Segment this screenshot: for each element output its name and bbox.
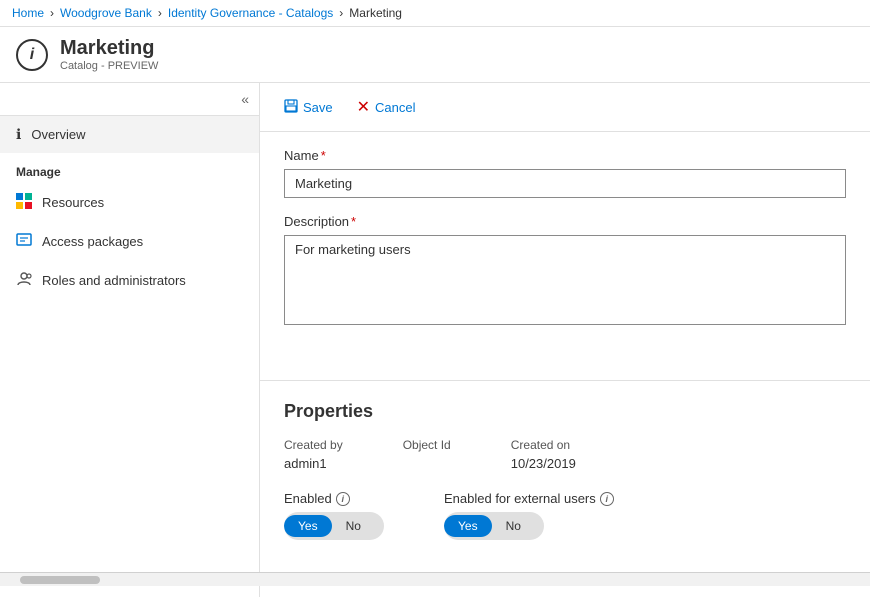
cancel-icon: ✕ <box>357 97 370 117</box>
sidebar-resources-label: Resources <box>42 195 104 210</box>
sidebar: « ℹ Overview Manage Resources <box>0 83 260 597</box>
main-layout: « ℹ Overview Manage Resources <box>0 83 870 597</box>
description-required: * <box>351 214 356 229</box>
description-input[interactable]: For marketing users <box>284 235 846 325</box>
save-button[interactable]: Save <box>280 95 337 120</box>
external-yes: Yes <box>444 515 492 537</box>
breadcrumb-current: Marketing <box>349 6 402 20</box>
sidebar-collapse-row: « <box>0 83 259 116</box>
enabled-yes: Yes <box>284 515 332 537</box>
sidebar-item-overview[interactable]: ℹ Overview <box>0 116 259 153</box>
properties-title: Properties <box>284 401 846 422</box>
page-title: Marketing <box>60 37 158 60</box>
external-label-row: Enabled for external users i <box>444 491 614 506</box>
cancel-button[interactable]: ✕ Cancel <box>353 93 420 121</box>
sidebar-manage-label: Manage <box>0 153 259 183</box>
name-group: Name* <box>284 148 846 198</box>
toggle-row: Enabled i Yes No Enabled for external us… <box>284 491 846 540</box>
created-by-col: Created by admin1 <box>284 438 343 471</box>
external-label: Enabled for external users <box>444 491 596 506</box>
sidebar-item-roles[interactable]: Roles and administrators <box>0 261 259 300</box>
sidebar-overview-label: Overview <box>31 127 85 142</box>
header-info-icon: i <box>16 39 48 71</box>
breadcrumb-governance[interactable]: Identity Governance - Catalogs <box>168 6 333 20</box>
object-id-col: Object Id <box>403 438 451 471</box>
properties-section: Properties Created by admin1 Object Id C… <box>260 401 870 560</box>
description-group: Description* For marketing users <box>284 214 846 328</box>
resources-icon <box>16 193 32 212</box>
enabled-label-row: Enabled i <box>284 491 384 506</box>
overview-icon: ℹ <box>16 126 21 143</box>
created-by-label: Created by <box>284 438 343 452</box>
collapse-button[interactable]: « <box>241 91 249 107</box>
breadcrumb: Home › Woodgrove Bank › Identity Governa… <box>0 0 870 27</box>
enabled-toggle-group: Enabled i Yes No <box>284 491 384 540</box>
object-id-label: Object Id <box>403 438 451 452</box>
external-info-icon[interactable]: i <box>600 492 614 506</box>
enabled-info-icon[interactable]: i <box>336 492 350 506</box>
form-area: Name* Description* For marketing users <box>260 132 870 360</box>
enabled-no: No <box>332 515 375 537</box>
description-label: Description* <box>284 214 846 229</box>
external-no: No <box>492 515 535 537</box>
created-on-col: Created on 10/23/2019 <box>511 438 576 471</box>
section-divider <box>260 380 870 381</box>
save-label: Save <box>303 100 333 115</box>
created-on-label: Created on <box>511 438 576 452</box>
cancel-label: Cancel <box>375 100 415 115</box>
access-packages-icon <box>16 232 32 251</box>
enabled-label: Enabled <box>284 491 332 506</box>
toolbar: Save ✕ Cancel <box>260 83 870 132</box>
page-header: i Marketing Catalog - PREVIEW <box>0 27 870 83</box>
main-content: Save ✕ Cancel Name* Description* For mar… <box>260 83 870 597</box>
name-required: * <box>321 148 326 163</box>
roles-icon <box>16 271 32 290</box>
scrollbar-thumb <box>20 576 100 584</box>
name-input[interactable] <box>284 169 846 198</box>
save-icon <box>284 99 298 116</box>
external-toggle-group: Enabled for external users i Yes No <box>444 491 614 540</box>
created-by-value: admin1 <box>284 456 343 471</box>
sidebar-roles-label: Roles and administrators <box>42 273 186 288</box>
sidebar-item-resources[interactable]: Resources <box>0 183 259 222</box>
breadcrumb-home[interactable]: Home <box>12 6 44 20</box>
created-on-value: 10/23/2019 <box>511 456 576 471</box>
page-subtitle: Catalog - PREVIEW <box>60 60 158 72</box>
breadcrumb-bank[interactable]: Woodgrove Bank <box>60 6 152 20</box>
properties-grid: Created by admin1 Object Id Created on 1… <box>284 438 846 471</box>
enabled-toggle[interactable]: Yes No <box>284 512 384 540</box>
external-toggle[interactable]: Yes No <box>444 512 544 540</box>
bottom-scrollbar[interactable] <box>0 572 870 586</box>
sidebar-item-access-packages[interactable]: Access packages <box>0 222 259 261</box>
name-label: Name* <box>284 148 846 163</box>
sidebar-access-packages-label: Access packages <box>42 234 143 249</box>
